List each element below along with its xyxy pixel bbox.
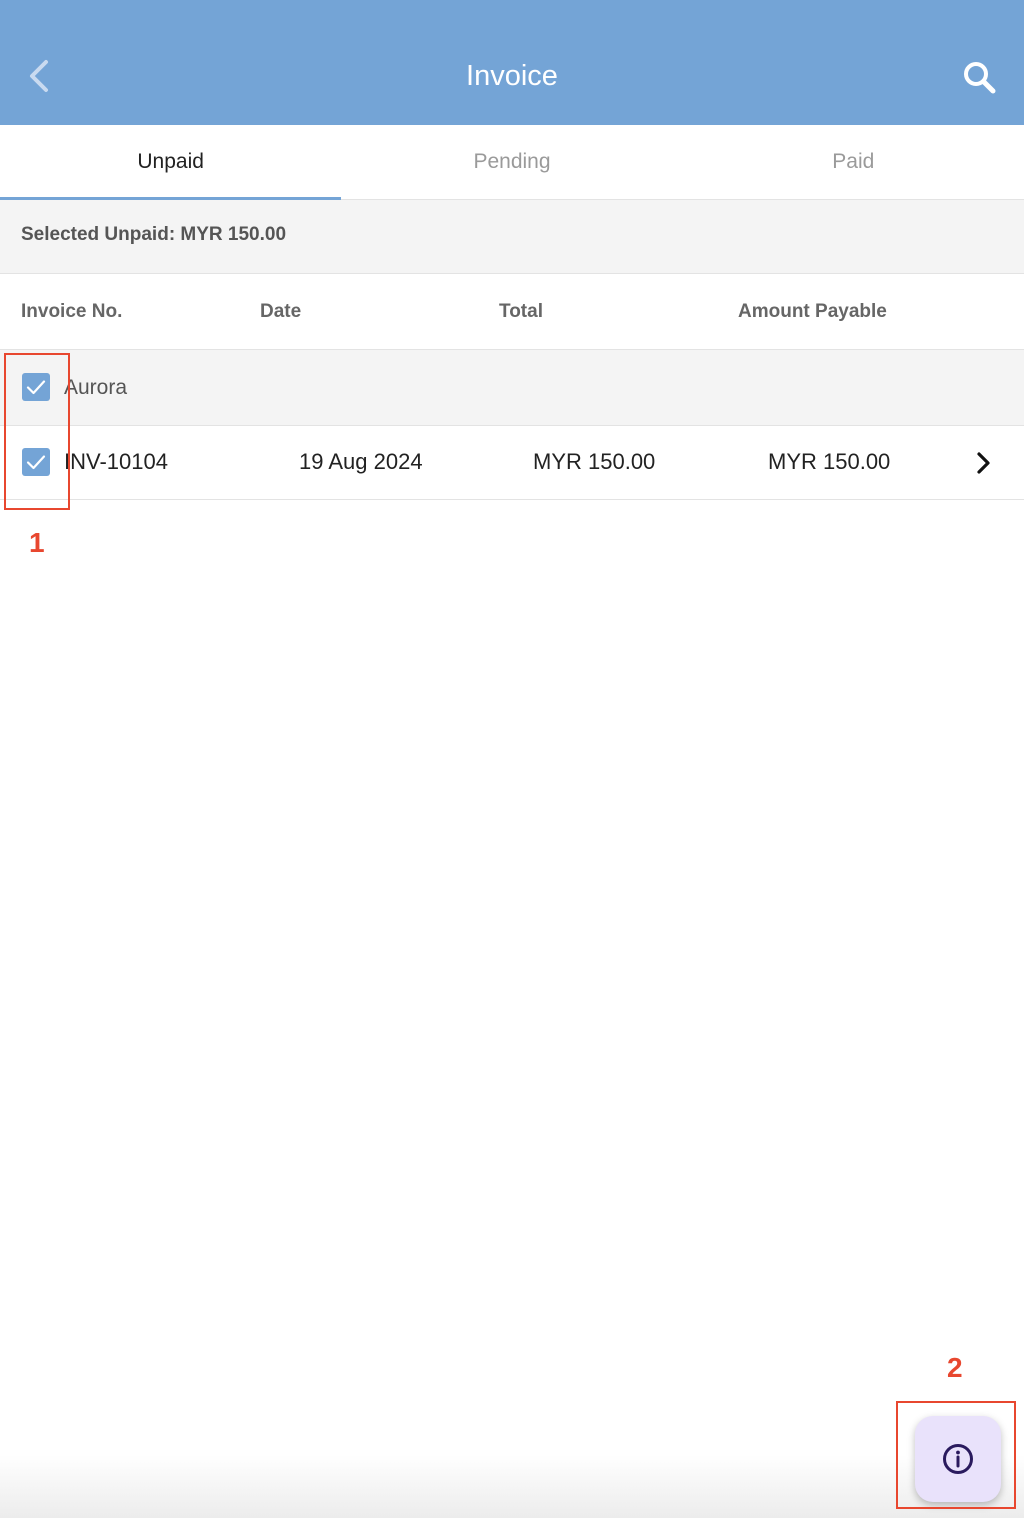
tab-pending[interactable]: Pending <box>341 125 682 199</box>
app-header: Invoice <box>0 0 1024 125</box>
customer-group-name: Aurora <box>64 376 128 399</box>
search-button[interactable] <box>960 58 1000 98</box>
selection-summary-bar: Selected Unpaid: MYR 150.00 <box>0 200 1024 274</box>
invoice-tabs: Unpaid Pending Paid <box>0 125 1024 200</box>
search-icon <box>964 62 996 94</box>
invoice-total: MYR 150.00 <box>533 449 656 474</box>
invoice-date: 19 Aug 2024 <box>299 449 423 474</box>
annotation-box-1 <box>4 353 70 510</box>
table-row[interactable]: INV-10104 19 Aug 2024 MYR 150.00 MYR 150… <box>0 426 1024 500</box>
invoice-amount-payable: MYR 150.00 <box>768 449 891 474</box>
invoice-number: INV-10104 <box>64 449 168 474</box>
column-total: Total <box>499 301 543 322</box>
tab-unpaid[interactable]: Unpaid <box>0 125 342 200</box>
page-title: Invoice <box>466 60 558 92</box>
invoice-screen: Invoice Unpaid Pending Paid Selected Unp… <box>0 0 1024 1518</box>
customer-group-row: Aurora <box>0 350 1024 426</box>
selected-unpaid-total: Selected Unpaid: MYR 150.00 <box>21 224 287 245</box>
column-date: Date <box>260 301 302 322</box>
tab-paid[interactable]: Paid <box>683 125 1024 199</box>
column-amount-payable: Amount Payable <box>738 301 887 322</box>
column-invoice-no: Invoice No. <box>21 301 123 322</box>
annotation-label-2: 2 <box>947 1352 963 1383</box>
annotation-box-2 <box>896 1401 1016 1509</box>
annotation-label-1: 1 <box>29 527 45 558</box>
table-header: Invoice No. Date Total Amount Payable <box>0 274 1024 350</box>
bottom-shadow <box>0 1455 1024 1518</box>
chevron-right-icon[interactable] <box>974 450 994 476</box>
